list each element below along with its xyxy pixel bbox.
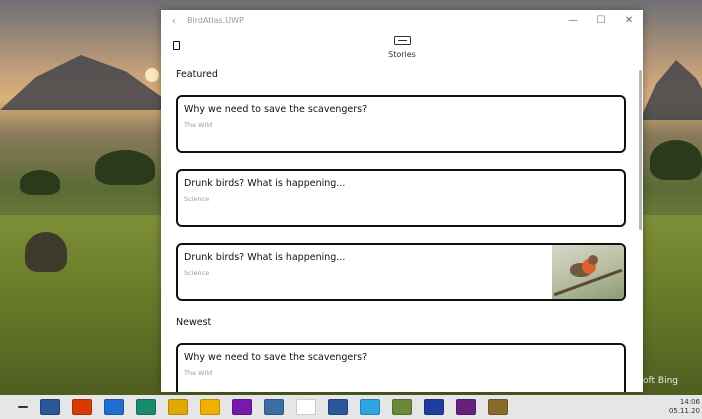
story-title: Why we need to save the scavengers? [184, 352, 368, 363]
story-title: Drunk birds? What is happening... [184, 252, 346, 263]
title-bar: ‹ BirdAtlas.UWP — ☐ ✕ [161, 10, 643, 30]
section-title: Newest [176, 317, 212, 328]
story-card[interactable]: Drunk birds? What is happening... Scienc… [176, 243, 626, 301]
story-category: The Wild [184, 369, 213, 377]
mountain-right [640, 60, 702, 120]
app-window: ‹ BirdAtlas.UWP — ☐ ✕ Stories Featured W… [161, 10, 643, 392]
stories-icon [393, 36, 411, 45]
mail-icon[interactable] [104, 399, 124, 415]
window-title: BirdAtlas.UWP [187, 15, 244, 25]
tree [95, 150, 155, 185]
notepad-icon[interactable] [296, 399, 316, 415]
system-clock[interactable]: 14:06 05.11.20 [669, 398, 700, 416]
desktop-watermark: soft Bing [638, 376, 678, 386]
task-view-icon[interactable] [40, 399, 60, 415]
robin-bird-image [552, 245, 624, 299]
story-title: Drunk birds? What is happening... [184, 178, 346, 189]
section-title: Featured [176, 69, 218, 80]
section-newest: Newest Why we need to save the scavenger… [161, 317, 637, 392]
onenote-icon[interactable] [232, 399, 252, 415]
story-category: Science [184, 195, 210, 203]
chrome-icon[interactable] [168, 399, 188, 415]
office-icon[interactable] [72, 399, 92, 415]
tree [650, 140, 702, 180]
edge-icon[interactable] [136, 399, 156, 415]
stories-label: Stories [388, 50, 416, 59]
story-title: Why we need to save the scavengers? [184, 104, 368, 115]
photos-icon[interactable] [488, 399, 508, 415]
visual-studio-icon[interactable] [456, 399, 476, 415]
mountain-left [0, 55, 180, 110]
word-icon[interactable] [328, 399, 348, 415]
save-icon[interactable] [424, 399, 444, 415]
taskbar: 14:06 05.11.20 [0, 395, 702, 419]
minimize-button[interactable]: — [559, 15, 587, 26]
elephant [25, 232, 67, 272]
story-card[interactable]: Why we need to save the scavengers? The … [176, 95, 626, 153]
tree [20, 170, 60, 195]
explorer-icon[interactable] [200, 399, 220, 415]
scrollbar[interactable] [639, 70, 642, 230]
app-icon[interactable] [392, 399, 412, 415]
taskbar-icons [10, 399, 512, 415]
maximize-button[interactable]: ☐ [587, 15, 615, 26]
back-button[interactable]: ‹ [161, 14, 187, 27]
bird-head [588, 255, 598, 265]
close-button[interactable]: ✕ [615, 15, 643, 26]
stories-list[interactable]: Featured Why we need to save the scaveng… [161, 60, 637, 392]
story-category: Science [184, 269, 210, 277]
sun [145, 68, 159, 82]
section-featured: Featured Why we need to save the scaveng… [161, 69, 637, 301]
clock-time: 14:06 [679, 398, 700, 406]
start-icon[interactable] [18, 406, 28, 408]
clock-date: 05.11.20 [668, 407, 700, 415]
story-category: The Wild [184, 121, 213, 129]
stories-tab[interactable]: Stories [161, 30, 643, 59]
network-icon[interactable] [264, 399, 284, 415]
story-card[interactable]: Why we need to save the scavengers? The … [176, 343, 626, 392]
story-card[interactable]: Drunk birds? What is happening... Scienc… [176, 169, 626, 227]
telegram-icon[interactable] [360, 399, 380, 415]
app-header: Stories [161, 30, 643, 60]
